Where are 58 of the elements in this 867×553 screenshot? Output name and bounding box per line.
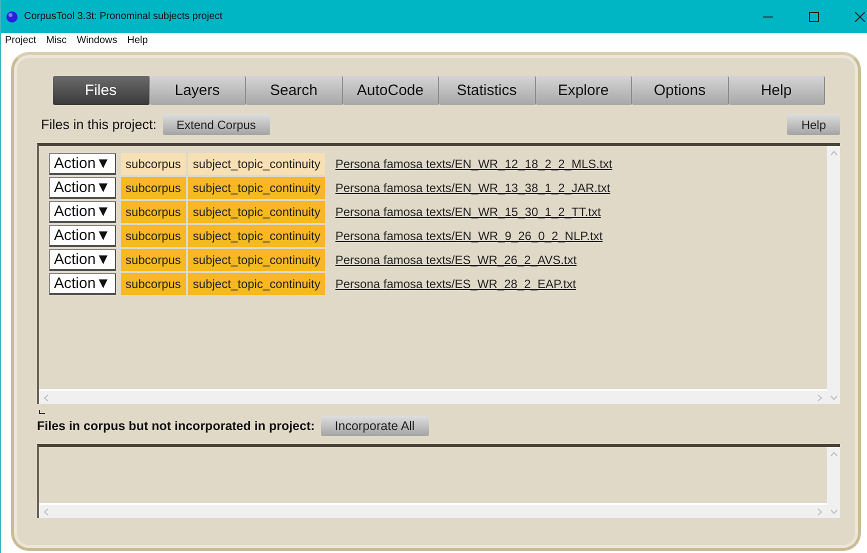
- section-label: Files in corpus but not incorporated in project:: [37, 419, 315, 433]
- action-dropdown[interactable]: Action▼: [49, 153, 116, 175]
- menu-item[interactable]: Windows: [76, 35, 118, 46]
- tab[interactable]: Search: [246, 76, 342, 105]
- menu-item[interactable]: Misc: [46, 35, 67, 46]
- action-dropdown[interactable]: Action▼: [49, 201, 116, 223]
- action-dropdown[interactable]: Action▼: [49, 177, 116, 199]
- horizontal-scrollbar[interactable]: [39, 505, 827, 518]
- scroll-down-icon[interactable]: [830, 395, 838, 401]
- action-dropdown[interactable]: Action▼: [49, 273, 116, 295]
- tag: subject_topic_continuity: [188, 273, 326, 295]
- incorporate-all-button[interactable]: Incorporate All: [320, 416, 429, 436]
- file-link[interactable]: Persona famosa texts/ES_WR_26_2_AVS.txt: [335, 253, 577, 267]
- scroll-down-icon[interactable]: [830, 509, 838, 515]
- scroll-left-icon[interactable]: [43, 394, 49, 402]
- tag: subject_topic_continuity: [188, 225, 326, 247]
- tag: subcorpus: [120, 273, 186, 295]
- tab[interactable]: AutoCode: [342, 76, 439, 105]
- action-dropdown[interactable]: Action▼: [49, 225, 116, 247]
- tab[interactable]: Files: [53, 76, 150, 105]
- scroll-up-icon[interactable]: [830, 150, 838, 156]
- scroll-right-icon[interactable]: [817, 394, 823, 402]
- scroll-right-icon[interactable]: [817, 508, 823, 516]
- tag: subject_topic_continuity: [188, 201, 326, 223]
- tag: subject_topic_continuity: [188, 153, 326, 175]
- file-link[interactable]: Persona famosa texts/EN_WR_9_26_0_2_NLP.txt: [335, 229, 603, 243]
- scroll-up-icon[interactable]: [830, 451, 838, 457]
- extend-corpus-button[interactable]: Extend Corpus: [162, 114, 270, 135]
- horizontal-scrollbar[interactable]: [39, 391, 827, 404]
- file-link[interactable]: Persona famosa texts/EN_WR_12_18_2_2_MLS.txt: [335, 157, 612, 171]
- menu-item[interactable]: Project: [5, 35, 36, 46]
- tag: subcorpus: [120, 225, 186, 247]
- tag: subcorpus: [120, 249, 186, 271]
- maximize-icon[interactable]: [809, 12, 819, 22]
- scroll-left-icon[interactable]: [43, 508, 49, 516]
- action-dropdown[interactable]: Action▼: [49, 249, 116, 271]
- help-button[interactable]: Help: [787, 114, 840, 135]
- file-link[interactable]: Persona famosa texts/EN_WR_13_38_1_2_JAR.txt: [335, 181, 610, 195]
- tab[interactable]: Statistics: [439, 76, 536, 105]
- tag: subject_topic_continuity: [188, 177, 326, 199]
- tag: subcorpus: [120, 201, 186, 223]
- app-icon[interactable]: [6, 10, 18, 22]
- file-link[interactable]: Persona famosa texts/ES_WR_28_2_EAP.txt: [335, 277, 576, 291]
- section-label: Files in this project:: [41, 117, 157, 132]
- tab[interactable]: Options: [632, 76, 728, 105]
- vertical-scrollbar[interactable]: [827, 447, 840, 505]
- tag: subject_topic_continuity: [188, 249, 326, 271]
- menu-item[interactable]: Help: [127, 35, 148, 46]
- window-title: CorpusTool 3.3t: Pronominal subjects project: [24, 11, 222, 22]
- tab[interactable]: Layers: [150, 76, 246, 105]
- file-link[interactable]: Persona famosa texts/EN_WR_15_30_1_2_TT.txt: [335, 205, 601, 219]
- tag: subcorpus: [120, 153, 186, 175]
- vertical-scrollbar[interactable]: [827, 146, 840, 391]
- tab[interactable]: Explore: [536, 76, 632, 105]
- close-icon[interactable]: [855, 12, 865, 22]
- tab[interactable]: Help: [728, 76, 825, 105]
- tag: subcorpus: [120, 177, 186, 199]
- resize-handle-icon[interactable]: [39, 410, 45, 414]
